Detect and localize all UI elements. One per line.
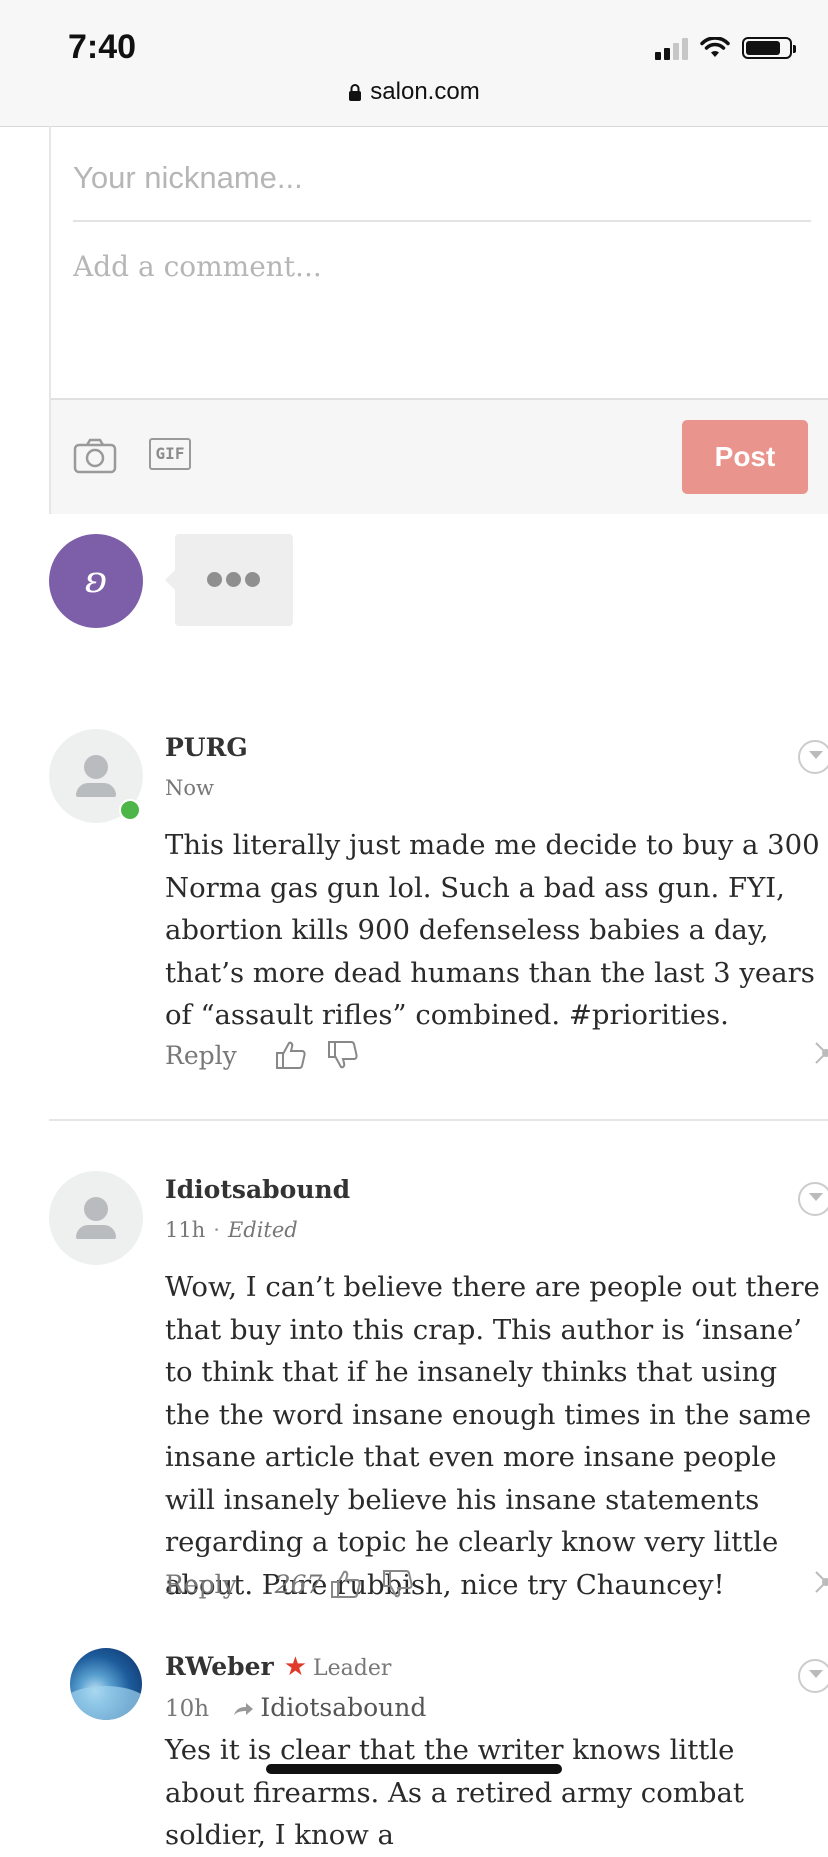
chevron-down-icon[interactable] bbox=[798, 740, 828, 774]
comment-text: Wow, I can’t believe there are people ou… bbox=[165, 1271, 820, 1601]
thumbs-up-icon[interactable] bbox=[330, 1569, 362, 1599]
comment-author: RWeber ★ Leader bbox=[165, 1652, 391, 1682]
cellular-signal-icon bbox=[655, 36, 688, 60]
comment-composer: GIF Post bbox=[49, 126, 828, 514]
comment-textarea[interactable] bbox=[73, 250, 813, 370]
status-icons bbox=[655, 36, 796, 60]
vote-count: 267 bbox=[274, 1569, 323, 1599]
comment-author-name[interactable]: RWeber bbox=[165, 1652, 274, 1681]
comment-author[interactable]: Idiotsabound bbox=[165, 1175, 350, 1204]
lock-icon bbox=[349, 84, 362, 101]
camera-icon[interactable] bbox=[73, 438, 117, 474]
share-icon[interactable] bbox=[808, 1567, 828, 1597]
typing-indicator bbox=[165, 534, 293, 626]
comment-meta: 11h · Edited bbox=[165, 1218, 298, 1242]
comment-meta: 10h Idiotsabound bbox=[165, 1693, 426, 1722]
comment-time[interactable]: 11h bbox=[165, 1218, 205, 1242]
comment-meta: Now bbox=[165, 776, 214, 800]
reply-button[interactable]: Reply bbox=[165, 1041, 237, 1070]
thumbs-down-icon[interactable] bbox=[327, 1040, 359, 1070]
comment-actions: Reply 267 bbox=[165, 1569, 434, 1599]
chevron-down-icon[interactable] bbox=[798, 1182, 828, 1216]
comment-time[interactable]: 10h bbox=[165, 1696, 209, 1722]
browser-top-bar: 7:40 salon.com bbox=[0, 0, 828, 127]
reply-arrow-icon bbox=[234, 1703, 254, 1715]
thumbs-up-icon[interactable] bbox=[275, 1040, 307, 1070]
home-indicator bbox=[266, 1764, 562, 1774]
battery-icon bbox=[742, 37, 796, 59]
gif-button[interactable]: GIF bbox=[149, 438, 191, 470]
reply-button[interactable]: Reply bbox=[165, 1570, 237, 1599]
share-icon[interactable] bbox=[808, 1038, 828, 1068]
leader-badge: Leader bbox=[313, 1656, 392, 1681]
comment-divider bbox=[49, 1119, 828, 1121]
edited-label: Edited bbox=[227, 1218, 298, 1242]
star-icon: ★ bbox=[283, 1652, 308, 1682]
comment-time[interactable]: Now bbox=[165, 776, 214, 800]
user-avatar: ʚ bbox=[49, 534, 143, 628]
comment-text: This literally just made me decide to bu… bbox=[165, 829, 820, 1031]
online-status-icon bbox=[119, 799, 141, 821]
wifi-icon bbox=[700, 37, 730, 57]
typing-dots-icon bbox=[207, 572, 260, 587]
post-button[interactable]: Post bbox=[682, 420, 808, 494]
composer-toolbar: GIF Post bbox=[51, 398, 828, 514]
avatar[interactable] bbox=[49, 1171, 143, 1265]
comment-text: Yes it is clear that the writer knows li… bbox=[165, 1734, 744, 1851]
address-bar[interactable]: salon.com bbox=[0, 78, 828, 106]
comment-actions: Reply bbox=[165, 1040, 379, 1070]
url-domain: salon.com bbox=[370, 78, 480, 105]
comment-author[interactable]: PURG bbox=[165, 733, 248, 762]
reply-to-author[interactable]: Idiotsabound bbox=[260, 1693, 426, 1722]
chevron-down-icon[interactable] bbox=[798, 1659, 828, 1693]
thumbs-down-icon[interactable] bbox=[382, 1569, 414, 1599]
avatar[interactable] bbox=[70, 1648, 142, 1720]
status-time: 7:40 bbox=[68, 28, 137, 66]
nickname-input[interactable] bbox=[73, 136, 811, 222]
